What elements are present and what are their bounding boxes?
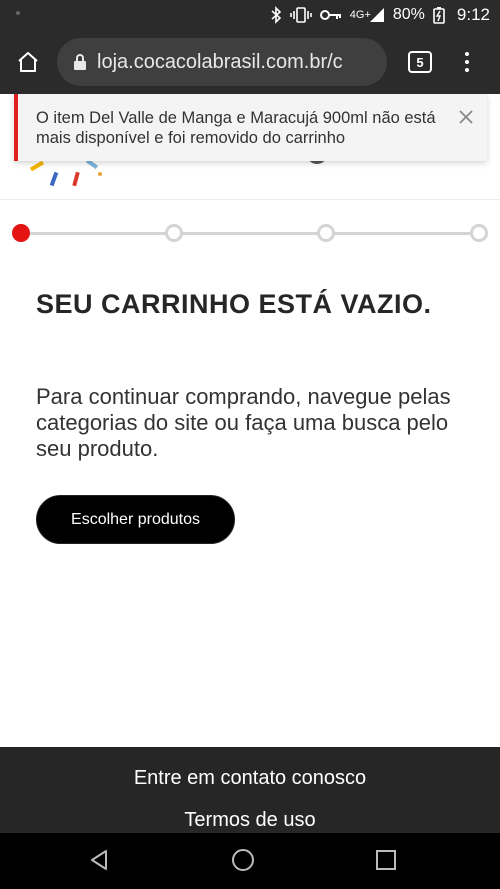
step-3-dot xyxy=(317,224,335,242)
battery-text: 80% xyxy=(392,6,425,23)
menu-dot xyxy=(465,52,469,56)
menu-dot xyxy=(465,60,469,64)
clock: 9:12 xyxy=(456,5,490,24)
home-icon xyxy=(18,52,38,72)
browser-toolbar: loja.cocacolabrasil.com.br/c 5 xyxy=(0,30,500,94)
notification-dot xyxy=(16,11,20,15)
circle-home-icon xyxy=(232,849,254,871)
back-icon xyxy=(91,850,107,870)
step-2-dot xyxy=(165,224,183,242)
checkout-stepper xyxy=(12,222,488,244)
vpn-key-icon xyxy=(319,8,342,22)
signal-icon: 4G+ xyxy=(350,7,385,23)
bluetooth-icon xyxy=(270,6,282,24)
empty-cart-title: SEU CARRINHO ESTÁ VAZIO. xyxy=(36,289,432,319)
stepper-track xyxy=(30,232,480,235)
toast-message: O item Del Valle de Manga e Maracujá 900… xyxy=(36,109,436,147)
site-footer: Entre em contato conosco Termos de uso xyxy=(0,747,500,833)
confetti-decoration xyxy=(29,158,102,187)
terms-link[interactable]: Termos de uso xyxy=(0,809,500,832)
empty-cart-message: Para continuar comprando, navegue pelas … xyxy=(36,384,451,461)
close-icon[interactable] xyxy=(457,108,475,126)
overflow-menu-button[interactable] xyxy=(455,50,479,74)
web-page: O item Del Valle de Manga e Maracujá 900… xyxy=(0,94,500,747)
status-bar: 4G+ 80% 9:12 xyxy=(0,0,500,30)
lock-icon xyxy=(74,54,86,70)
address-bar[interactable]: loja.cocacolabrasil.com.br/c xyxy=(57,38,387,86)
step-1-dot xyxy=(12,224,30,242)
recents-button[interactable] xyxy=(371,845,401,875)
home-nav-button[interactable] xyxy=(228,845,258,875)
battery-charging-icon xyxy=(433,6,445,24)
menu-dot xyxy=(465,68,469,72)
vibrate-icon xyxy=(289,6,312,24)
home-button[interactable] xyxy=(0,30,56,94)
tab-switcher-button[interactable]: 5 xyxy=(408,51,432,73)
system-nav-bar xyxy=(0,833,500,889)
removed-item-toast: O item Del Valle de Manga e Maracujá 900… xyxy=(14,94,487,161)
url-text: loja.cocacolabrasil.com.br/c xyxy=(97,50,343,73)
back-button[interactable] xyxy=(84,845,114,875)
contact-link[interactable]: Entre em contato conosco xyxy=(0,767,500,790)
recents-icon xyxy=(376,850,396,870)
step-4-dot xyxy=(470,224,488,242)
choose-products-button[interactable]: Escolher produtos xyxy=(36,495,235,544)
